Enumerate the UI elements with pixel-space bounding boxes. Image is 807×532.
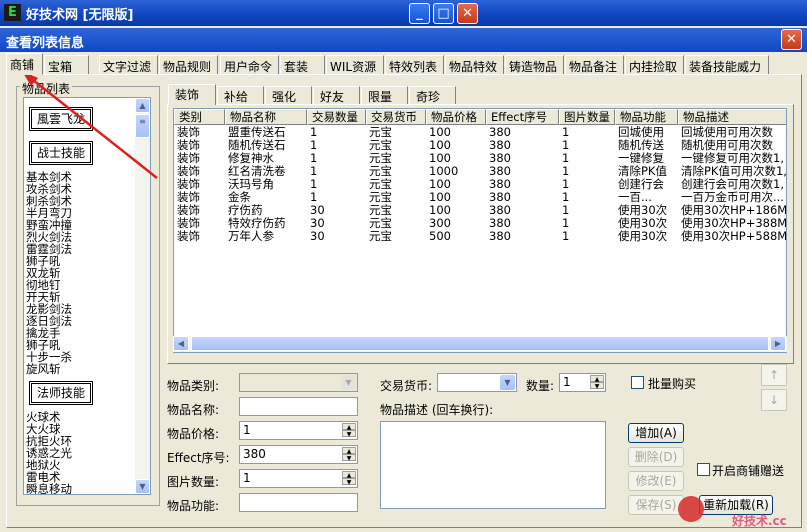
tab-shop[interactable]: 商铺 [6, 53, 43, 75]
subtab-decoration[interactable]: 装饰 [168, 84, 216, 105]
annotation-arrow-icon [22, 71, 158, 179]
